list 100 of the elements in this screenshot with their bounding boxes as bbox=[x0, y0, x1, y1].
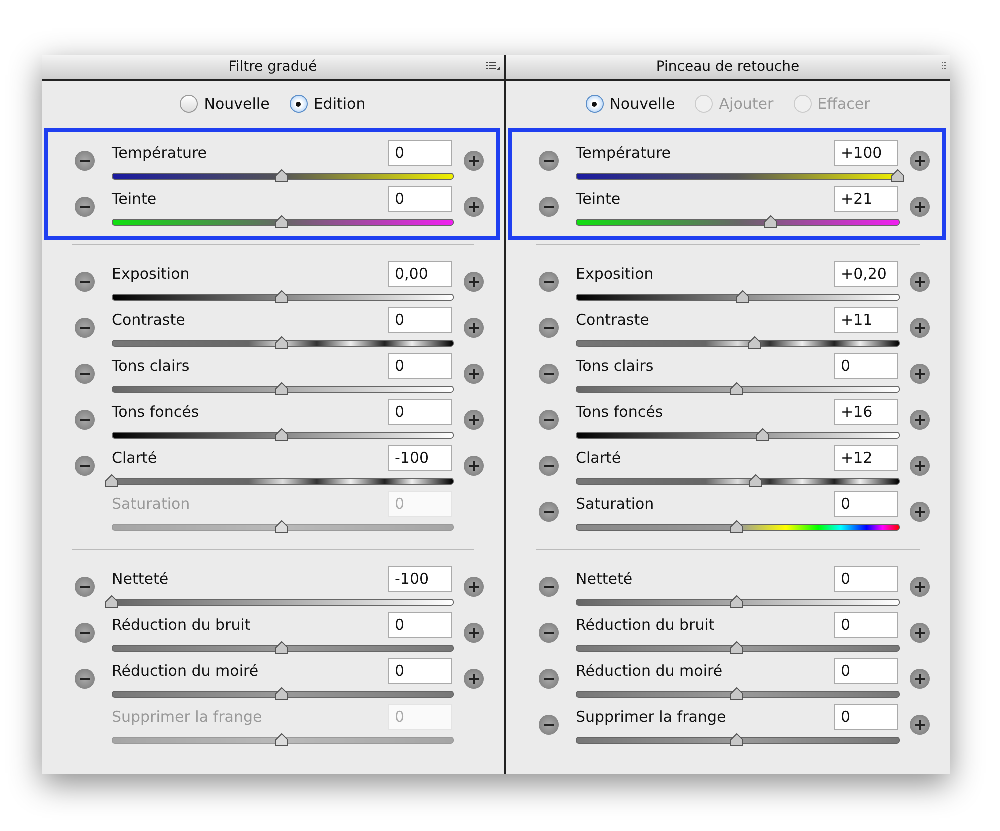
slider-label: Contraste bbox=[112, 310, 186, 328]
minus-button[interactable] bbox=[539, 272, 559, 292]
plus-button[interactable] bbox=[910, 669, 930, 689]
value-field[interactable]: -100 bbox=[388, 566, 452, 592]
minus-button[interactable] bbox=[75, 364, 95, 384]
slider-thumb[interactable] bbox=[275, 168, 289, 182]
plus-button[interactable] bbox=[910, 623, 930, 643]
value-field[interactable]: 0 bbox=[834, 658, 898, 684]
minus-button[interactable] bbox=[75, 577, 95, 597]
value-field[interactable]: 0 bbox=[388, 398, 452, 424]
minus-button[interactable] bbox=[75, 272, 95, 292]
radio-option[interactable]: Nouvelle bbox=[586, 95, 676, 113]
plus-button[interactable] bbox=[910, 410, 930, 430]
minus-button[interactable] bbox=[539, 318, 559, 338]
radio-option[interactable]: Edition bbox=[290, 95, 366, 113]
minus-button[interactable] bbox=[75, 456, 95, 476]
plus-button[interactable] bbox=[464, 456, 484, 476]
slider-thumb[interactable] bbox=[730, 594, 744, 608]
plus-icon bbox=[469, 202, 479, 212]
slider-thumb[interactable] bbox=[730, 640, 744, 654]
slider-thumb[interactable] bbox=[756, 428, 770, 442]
value-field[interactable]: 0 bbox=[834, 490, 898, 516]
slider-thumb[interactable] bbox=[105, 474, 119, 488]
plus-icon bbox=[915, 461, 925, 471]
slider-thumb[interactable] bbox=[275, 336, 289, 350]
plus-button[interactable] bbox=[910, 318, 930, 338]
plus-button[interactable] bbox=[464, 577, 484, 597]
slider-thumb[interactable] bbox=[275, 428, 289, 442]
value-field[interactable]: 0 bbox=[834, 704, 898, 730]
plus-button[interactable] bbox=[464, 410, 484, 430]
value-field[interactable]: 0 bbox=[388, 352, 452, 378]
value-field[interactable]: +0,20 bbox=[834, 260, 898, 286]
minus-button[interactable] bbox=[539, 151, 559, 171]
minus-button[interactable] bbox=[75, 318, 95, 338]
plus-button[interactable] bbox=[910, 456, 930, 476]
panel-menu-icon[interactable] bbox=[486, 62, 500, 71]
value-field[interactable]: 0 bbox=[388, 612, 452, 638]
grip-icon[interactable] bbox=[942, 62, 946, 70]
slider-thumb[interactable] bbox=[275, 640, 289, 654]
minus-button[interactable] bbox=[539, 577, 559, 597]
value-field[interactable]: 0 bbox=[388, 140, 452, 166]
slider-thumb[interactable] bbox=[105, 594, 119, 608]
minus-button[interactable] bbox=[75, 623, 95, 643]
slider-thumb[interactable] bbox=[730, 686, 744, 700]
value-field[interactable]: 0,00 bbox=[388, 260, 452, 286]
plus-button[interactable] bbox=[464, 197, 484, 217]
slider-thumb[interactable] bbox=[730, 382, 744, 396]
slider-thumb[interactable] bbox=[275, 214, 289, 228]
minus-button[interactable] bbox=[539, 364, 559, 384]
minus-button[interactable] bbox=[539, 669, 559, 689]
plus-icon bbox=[469, 323, 479, 333]
minus-button[interactable] bbox=[75, 197, 95, 217]
minus-button[interactable] bbox=[539, 502, 559, 522]
value-field[interactable]: +11 bbox=[834, 306, 898, 332]
value-field[interactable]: 0 bbox=[834, 612, 898, 638]
slider-thumb[interactable] bbox=[275, 290, 289, 304]
plus-button[interactable] bbox=[464, 623, 484, 643]
slider-thumb[interactable] bbox=[736, 290, 750, 304]
slider-thumb[interactable] bbox=[730, 520, 744, 534]
value-field[interactable]: +21 bbox=[834, 186, 898, 212]
value-field[interactable]: -100 bbox=[388, 444, 452, 470]
plus-button[interactable] bbox=[910, 197, 930, 217]
value-field[interactable]: +100 bbox=[834, 140, 898, 166]
minus-button[interactable] bbox=[75, 669, 95, 689]
minus-button[interactable] bbox=[539, 456, 559, 476]
plus-button[interactable] bbox=[464, 669, 484, 689]
plus-button[interactable] bbox=[910, 502, 930, 522]
slider-thumb[interactable] bbox=[749, 474, 764, 488]
plus-icon bbox=[469, 415, 479, 425]
slider-thumb[interactable] bbox=[730, 732, 744, 746]
plus-button[interactable] bbox=[910, 715, 930, 735]
plus-button[interactable] bbox=[464, 364, 484, 384]
slider-label: Exposition bbox=[112, 264, 190, 282]
plus-button[interactable] bbox=[910, 577, 930, 597]
minus-button[interactable] bbox=[539, 715, 559, 735]
plus-button[interactable] bbox=[910, 272, 930, 292]
value-field[interactable]: +16 bbox=[834, 398, 898, 424]
slider-thumb[interactable] bbox=[275, 382, 289, 396]
value-field[interactable]: 0 bbox=[388, 306, 452, 332]
value-field[interactable]: 0 bbox=[834, 352, 898, 378]
plus-button[interactable] bbox=[464, 318, 484, 338]
value-field[interactable]: +12 bbox=[834, 444, 898, 470]
plus-button[interactable] bbox=[910, 151, 930, 171]
minus-button[interactable] bbox=[539, 410, 559, 430]
value-field[interactable]: 0 bbox=[834, 566, 898, 592]
slider-label: Supprimer la frange bbox=[576, 708, 726, 726]
minus-button[interactable] bbox=[539, 197, 559, 217]
plus-button[interactable] bbox=[464, 151, 484, 171]
minus-button[interactable] bbox=[75, 151, 95, 171]
slider-thumb[interactable] bbox=[748, 336, 762, 350]
radio-option[interactable]: Nouvelle bbox=[180, 95, 270, 113]
value-field[interactable]: 0 bbox=[388, 186, 452, 212]
plus-button[interactable] bbox=[464, 272, 484, 292]
minus-button[interactable] bbox=[539, 623, 559, 643]
plus-button[interactable] bbox=[910, 364, 930, 384]
slider-thumb[interactable] bbox=[764, 214, 778, 228]
minus-button[interactable] bbox=[75, 410, 95, 430]
slider-thumb[interactable] bbox=[275, 686, 289, 700]
value-field[interactable]: 0 bbox=[388, 658, 452, 684]
slider-thumb[interactable] bbox=[891, 168, 905, 182]
